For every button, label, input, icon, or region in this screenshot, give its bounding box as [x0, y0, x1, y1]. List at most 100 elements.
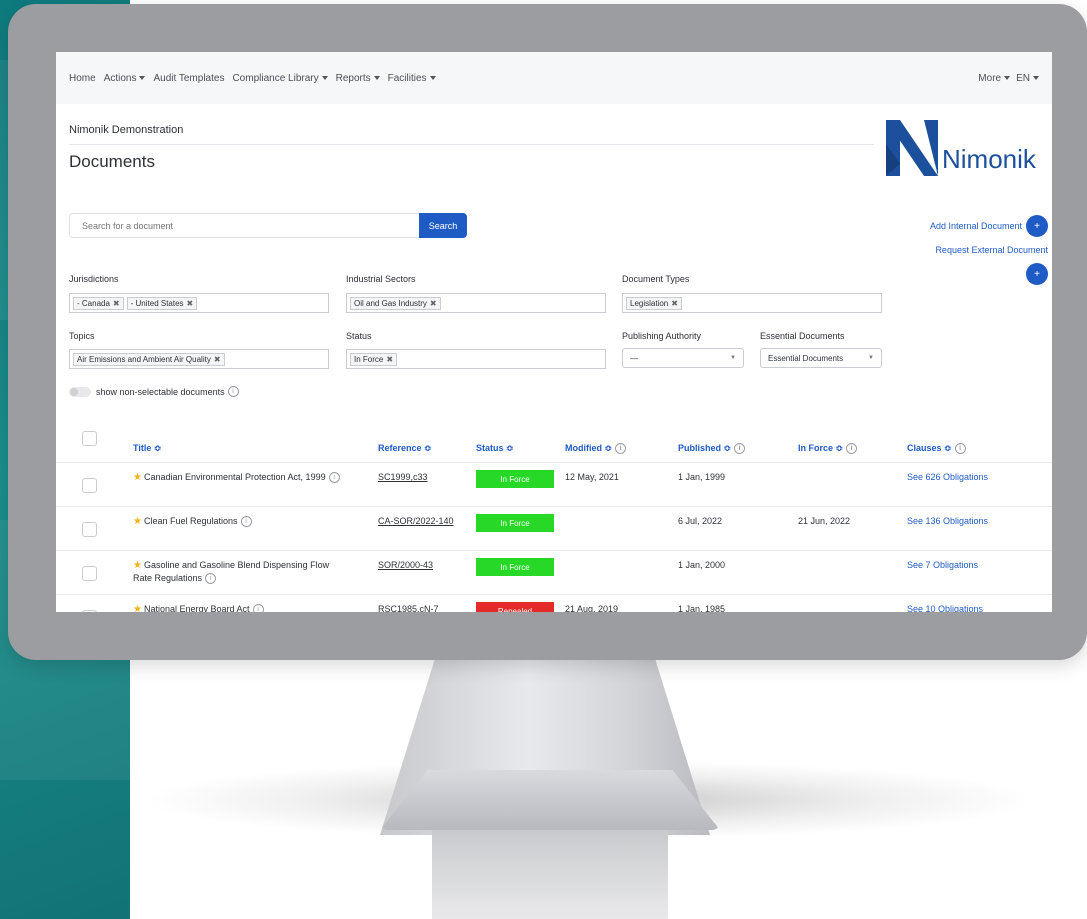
star-icon[interactable]: ★	[133, 560, 142, 571]
info-icon[interactable]: i	[252, 604, 264, 612]
column-clauses-label: Clauses ≎	[907, 443, 952, 453]
jurisdictions-field[interactable]: - Canada ✖ - United States ✖	[69, 293, 329, 313]
column-published-label: Published ≎	[678, 443, 732, 453]
remove-tag-icon[interactable]: ✖	[113, 299, 120, 308]
caret-down-icon	[1033, 75, 1039, 80]
published-date: 1 Jan, 1985	[678, 604, 726, 612]
request-external-document[interactable]: Request External Document	[930, 237, 1048, 263]
row-checkbox[interactable]	[82, 610, 97, 612]
star-icon[interactable]: ★	[133, 472, 142, 483]
document-title-text: Clean Fuel Regulations	[143, 516, 238, 526]
column-reference[interactable]: Reference ≎	[378, 443, 432, 454]
publishing-authority-label: Publishing Authority	[622, 331, 702, 341]
column-in-force[interactable]: In Force ≎ i	[798, 443, 858, 455]
add-internal-plus-icon[interactable]: +	[1026, 215, 1048, 237]
request-external-plus-icon[interactable]: +	[1026, 263, 1048, 285]
published-date: 6 Jul, 2022	[678, 516, 723, 526]
status-badge: In Force	[476, 514, 554, 532]
nav-item-label: Compliance Library	[232, 72, 319, 84]
nav-item-home[interactable]: Home	[69, 73, 96, 84]
nav-item-en[interactable]: EN	[1016, 73, 1039, 84]
filter-tag: Air Emissions and Ambient Air Quality ✖	[73, 352, 225, 366]
caret-down-icon	[139, 75, 146, 80]
info-icon[interactable]: i	[328, 472, 340, 484]
obligations-link[interactable]: See 10 Obligations	[907, 604, 983, 612]
add-internal-document[interactable]: Add Internal Document +	[930, 215, 1048, 237]
filter-tag-label: - Canada	[77, 298, 110, 308]
caret-down-icon	[373, 75, 380, 80]
document-title-text: National Energy Board Act	[143, 604, 250, 612]
search-button[interactable]: Search	[419, 213, 467, 238]
star-icon[interactable]: ★	[133, 516, 142, 527]
remove-tag-icon[interactable]: ✖	[386, 355, 393, 364]
info-icon[interactable]: i	[205, 573, 217, 585]
table-row: ★ Canadian Environmental Protection Act, …	[56, 462, 1052, 506]
info-icon[interactable]: i	[240, 516, 252, 528]
info-icon[interactable]: i	[734, 443, 746, 455]
remove-tag-icon[interactable]: ✖	[214, 355, 221, 364]
publishing-authority-value: —	[630, 353, 638, 363]
row-checkbox[interactable]	[82, 522, 97, 537]
filter-tag-label: Oil and Gas Industry	[354, 298, 427, 308]
column-modified[interactable]: Modified ≎ i	[565, 443, 627, 455]
remove-tag-icon[interactable]: ✖	[671, 299, 678, 308]
screen: Home Actions Audit Templates Compliance Lib…	[56, 52, 1052, 612]
obligations-link[interactable]: See 7 Obligations	[907, 560, 978, 570]
column-clauses[interactable]: Clauses ≎ i	[907, 443, 966, 455]
filter-tag-label: - United States	[130, 298, 184, 308]
non-selectable-toggle[interactable]	[69, 386, 91, 397]
filter-tag: - United States ✖	[126, 296, 198, 310]
nav-item-facilities[interactable]: Facilities	[388, 73, 436, 84]
nav-item-audit-templates[interactable]: Audit Templates	[153, 73, 224, 84]
remove-tag-icon[interactable]: ✖	[187, 299, 194, 308]
document-types-field[interactable]: Legislation ✖	[622, 293, 882, 313]
info-icon[interactable]: i	[227, 386, 239, 397]
row-checkbox[interactable]	[82, 478, 97, 493]
document-title-text: Rate Regulations	[133, 573, 203, 583]
divider	[69, 144, 874, 145]
published-date: 1 Jan, 2000	[678, 560, 726, 570]
topics-field[interactable]: Air Emissions and Ambient Air Quality ✖	[69, 349, 329, 369]
document-title[interactable]: ★ Clean Fuel Regulations i	[133, 515, 373, 528]
nav-item-reports[interactable]: Reports	[336, 73, 380, 84]
document-title[interactable]: ★ Canadian Environmental Protection Act, …	[133, 471, 373, 484]
logo-mark-icon	[886, 120, 938, 176]
document-title[interactable]: ★ National Energy Board Act i	[133, 603, 373, 612]
info-icon[interactable]: i	[615, 443, 627, 455]
monitor-bezel: Home Actions Audit Templates Compliance Lib…	[8, 4, 1087, 660]
obligations-link[interactable]: See 626 Obligations	[907, 472, 988, 482]
nav-item-actions[interactable]: Actions	[104, 73, 146, 84]
table-header: Title ≎ Reference ≎ Status ≎ Modified ≎ i…	[56, 431, 1052, 461]
info-icon[interactable]: i	[954, 443, 966, 455]
row-checkbox[interactable]	[82, 566, 97, 581]
column-title[interactable]: Title ≎	[133, 443, 161, 454]
status-field[interactable]: In Force ✖	[346, 349, 606, 369]
column-status[interactable]: Status ≎	[476, 443, 514, 454]
nav-item-compliance-library[interactable]: Compliance Library	[232, 72, 328, 84]
topics-label: Topics	[69, 331, 95, 341]
star-icon[interactable]: ★	[133, 604, 142, 612]
column-published[interactable]: Published ≎ i	[678, 443, 746, 455]
essential-documents-select[interactable]: Essential Documents ▼	[760, 348, 882, 368]
document-reference[interactable]: CA-SOR/2022-140	[378, 516, 454, 526]
obligations-link[interactable]: See 136 Obligations	[907, 516, 988, 526]
industrial-sectors-field[interactable]: Oil and Gas Industry ✖	[346, 293, 606, 313]
publishing-authority-select[interactable]: — ▼	[622, 348, 744, 368]
search-input[interactable]	[69, 213, 419, 238]
non-selectable-toggle-row: show non-selectable documents i	[69, 386, 239, 397]
select-all-checkbox[interactable]	[82, 431, 97, 446]
document-title[interactable]: ★ Gasoline and Gasoline Blend Dispensing …	[133, 559, 373, 585]
nav-right-group: More EN	[972, 73, 1039, 84]
column-modified-label: Modified ≎	[565, 443, 613, 453]
organization-name: Nimonik Demonstration	[69, 124, 184, 136]
remove-tag-icon[interactable]: ✖	[430, 299, 437, 308]
info-icon[interactable]: i	[846, 443, 858, 455]
document-reference[interactable]: SC1999,c33	[378, 472, 428, 482]
nav-item-label: Reports	[335, 72, 371, 84]
nav-item-more[interactable]: More	[978, 73, 1011, 84]
document-reference[interactable]: SOR/2000-43	[378, 560, 433, 570]
nav-item-label: Home	[69, 72, 96, 84]
essential-documents-value: Essential Documents	[768, 353, 844, 363]
document-reference[interactable]: RSC1985,cN-7	[378, 604, 439, 612]
nav-item-label: Audit Templates	[153, 72, 225, 84]
